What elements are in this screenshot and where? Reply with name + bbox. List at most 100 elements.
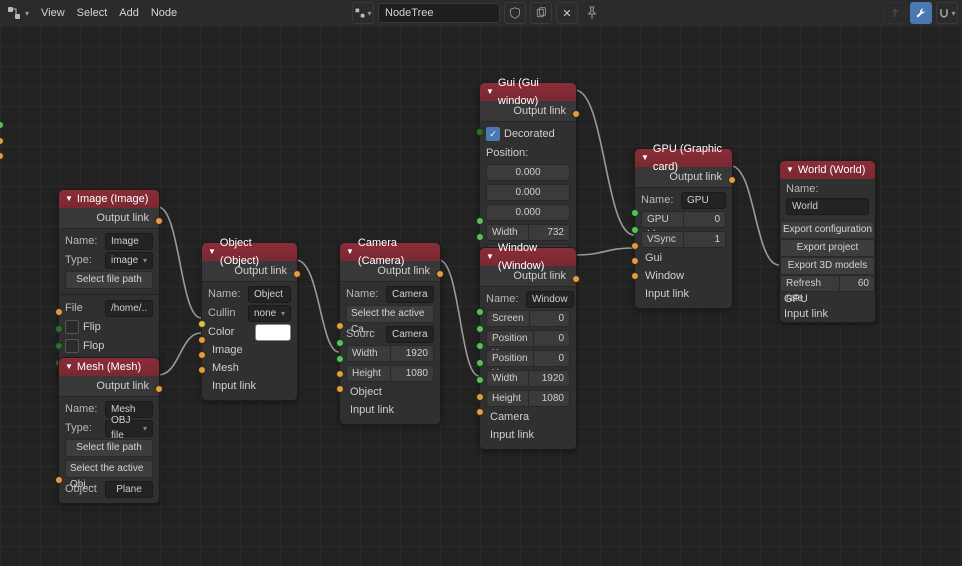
- type-dropdown[interactable]: OBJ file: [105, 420, 153, 437]
- socket-out[interactable]: [572, 275, 580, 283]
- object-field[interactable]: Plane: [105, 481, 153, 498]
- name-field[interactable]: World: [786, 198, 869, 215]
- socket-in-object[interactable]: [55, 476, 63, 484]
- editor-type-dropdown[interactable]: ▾: [6, 5, 29, 21]
- node-object[interactable]: ▼Object (Object) Output link Name:Object…: [201, 242, 298, 401]
- node-object-header[interactable]: ▼Object (Object): [202, 243, 297, 261]
- socket-in-window[interactable]: [631, 257, 639, 265]
- socket-out[interactable]: [155, 385, 163, 393]
- socket-in-posy[interactable]: [476, 342, 484, 350]
- collapse-icon[interactable]: ▼: [486, 248, 494, 266]
- socket-out[interactable]: [436, 270, 444, 278]
- node-world[interactable]: ▼World (World) Name:World Export configu…: [779, 160, 876, 323]
- socket-in-color[interactable]: [198, 320, 206, 328]
- node-image-header[interactable]: ▼Image (Image): [59, 190, 159, 208]
- node-window[interactable]: ▼Window (Window) Output link Name:Window…: [479, 247, 577, 450]
- tree-browse-button[interactable]: ▾: [352, 2, 374, 24]
- socket-in-inputlink[interactable]: [0, 152, 4, 160]
- node-camera[interactable]: ▼Camera (Camera) Output link Name:Camera…: [339, 242, 441, 425]
- posx-value[interactable]: 0: [533, 330, 570, 347]
- node-image[interactable]: ▼Image (Image) Output link Name:Image Ty…: [58, 189, 160, 380]
- socket-out[interactable]: [572, 110, 580, 118]
- export-models-button[interactable]: Export 3D models: [780, 257, 875, 275]
- select-file-button[interactable]: Select file path: [65, 271, 153, 289]
- flop-checkbox[interactable]: [65, 339, 79, 353]
- socket-in-source[interactable]: [336, 322, 344, 330]
- height-value[interactable]: 1080: [528, 390, 571, 407]
- name-field[interactable]: Camera: [386, 286, 434, 303]
- height-value[interactable]: 1080: [390, 365, 435, 382]
- socket-in-posx[interactable]: [476, 325, 484, 333]
- select-active-camera-button[interactable]: Select the active Ca...: [346, 305, 434, 323]
- socket-in-screen[interactable]: [476, 308, 484, 316]
- socket-in-height[interactable]: [336, 355, 344, 363]
- socket-in-height[interactable]: [476, 233, 484, 241]
- file-field[interactable]: /home/..: [105, 300, 153, 317]
- socket-in-decorated[interactable]: [476, 128, 484, 136]
- name-field[interactable]: GPU: [681, 192, 726, 209]
- collapse-icon[interactable]: ▼: [641, 149, 649, 167]
- menu-add[interactable]: Add: [119, 7, 139, 19]
- socket-in-width[interactable]: [476, 217, 484, 225]
- node-mesh[interactable]: ▼Mesh (Mesh) Output link Name:Mesh Type:…: [58, 357, 160, 504]
- socket-in-width[interactable]: [336, 339, 344, 347]
- node-mesh-header[interactable]: ▼Mesh (Mesh): [59, 358, 159, 376]
- new-nodetree-button[interactable]: [530, 2, 552, 24]
- name-field[interactable]: Window: [526, 291, 574, 308]
- socket-in-gpu[interactable]: [0, 137, 4, 145]
- pos-y[interactable]: 0.000: [486, 184, 570, 201]
- posy-value[interactable]: 0: [533, 350, 570, 367]
- menu-node[interactable]: Node: [151, 7, 177, 19]
- pin-button[interactable]: [582, 3, 602, 23]
- name-field[interactable]: Object: [248, 286, 291, 303]
- unlink-nodetree-button[interactable]: ✕: [556, 2, 578, 24]
- pos-x[interactable]: 0.000: [486, 164, 570, 181]
- collapse-icon[interactable]: ▼: [346, 243, 354, 261]
- source-field[interactable]: Camera: [386, 326, 434, 343]
- socket-in-height[interactable]: [476, 376, 484, 384]
- socket-in-flop[interactable]: [55, 342, 63, 350]
- collapse-icon[interactable]: ▼: [208, 243, 216, 261]
- type-dropdown[interactable]: image: [105, 252, 153, 269]
- collapse-icon[interactable]: ▼: [65, 190, 73, 208]
- export-project-button[interactable]: Export project: [780, 239, 875, 257]
- socket-out[interactable]: [155, 217, 163, 225]
- fake-user-button[interactable]: [504, 2, 526, 24]
- socket-in-gui[interactable]: [631, 242, 639, 250]
- width-value[interactable]: 1920: [390, 345, 435, 362]
- decorated-checkbox[interactable]: [486, 127, 500, 141]
- collapse-icon[interactable]: ▼: [486, 83, 494, 101]
- snap-button[interactable]: ▾: [936, 2, 958, 24]
- menu-select[interactable]: Select: [77, 7, 108, 19]
- node-gpu-header[interactable]: ▼GPU (Graphic card): [635, 149, 732, 167]
- vsync-value[interactable]: 1: [683, 231, 726, 248]
- gpuid-value[interactable]: 0: [683, 211, 726, 228]
- socket-in-refresh[interactable]: [0, 121, 4, 129]
- socket-out[interactable]: [728, 176, 736, 184]
- socket-in-inputlink[interactable]: [336, 385, 344, 393]
- select-active-object-button[interactable]: Select the active Obj...: [65, 460, 153, 478]
- color-swatch[interactable]: [255, 324, 291, 341]
- socket-in-object[interactable]: [336, 370, 344, 378]
- socket-in-camera[interactable]: [476, 393, 484, 401]
- socket-in-file[interactable]: [55, 308, 63, 316]
- socket-in-mesh[interactable]: [198, 351, 206, 359]
- socket-in-flip[interactable]: [55, 325, 63, 333]
- socket-out[interactable]: [293, 270, 301, 278]
- nodetree-name-field[interactable]: NodeTree: [378, 3, 500, 23]
- socket-in-inputlink[interactable]: [631, 272, 639, 280]
- tool-button[interactable]: [910, 2, 932, 24]
- socket-in-gpuid[interactable]: [631, 209, 639, 217]
- width-value[interactable]: 1920: [528, 370, 571, 387]
- node-gui-header[interactable]: ▼Gui (Gui window): [480, 83, 576, 101]
- socket-in-image[interactable]: [198, 336, 206, 344]
- culling-dropdown[interactable]: none: [248, 305, 291, 322]
- socket-in-inputlink[interactable]: [198, 366, 206, 374]
- export-config-button[interactable]: Export configuration: [780, 221, 875, 239]
- parent-tree-button[interactable]: [884, 2, 906, 24]
- node-window-header[interactable]: ▼Window (Window): [480, 248, 576, 266]
- flip-checkbox[interactable]: [65, 320, 79, 334]
- collapse-icon[interactable]: ▼: [786, 161, 794, 179]
- socket-in-inputlink[interactable]: [476, 408, 484, 416]
- node-gpu[interactable]: ▼GPU (Graphic card) Output link Name:GPU…: [634, 148, 733, 309]
